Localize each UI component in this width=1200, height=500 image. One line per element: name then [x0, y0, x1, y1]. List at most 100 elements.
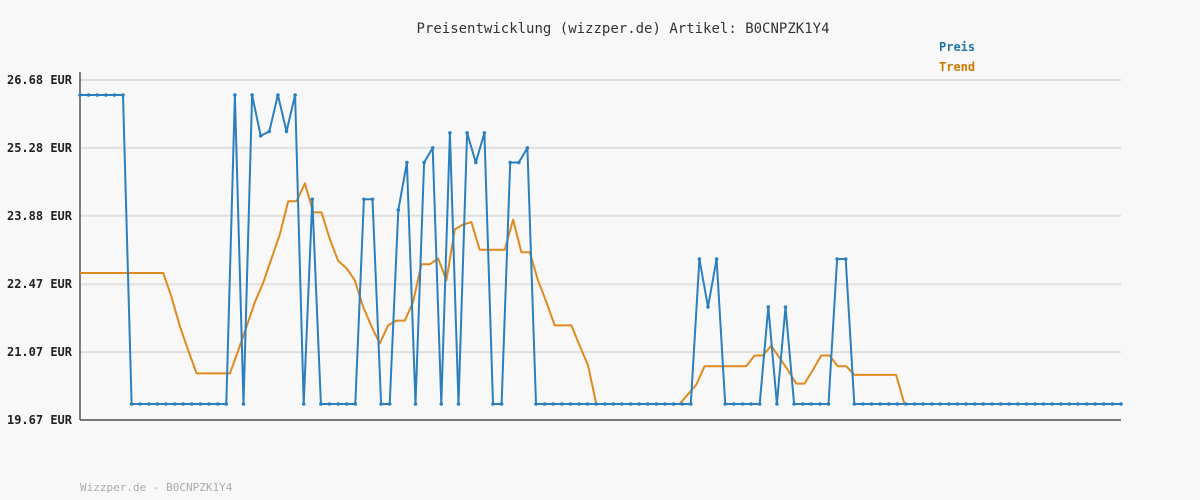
data-point-price	[878, 402, 882, 406]
data-point-price	[990, 402, 994, 406]
data-point-price	[147, 402, 151, 406]
chart-stage: Preisentwicklung (wizzper.de) Artikel: B…	[0, 0, 1200, 500]
data-point-price	[1041, 402, 1046, 406]
data-point-price	[250, 93, 254, 97]
data-point-price	[809, 402, 814, 406]
data-point-price	[129, 402, 134, 406]
data-point-price	[783, 305, 788, 309]
y-tick-label: 21.07 EUR	[7, 345, 73, 359]
data-point-price	[215, 402, 220, 406]
data-point-price	[740, 402, 745, 406]
data-point-price	[448, 131, 452, 135]
data-point-price	[835, 257, 839, 261]
data-point-price	[637, 402, 641, 406]
data-point-price	[1076, 402, 1080, 406]
data-point-price	[646, 402, 650, 406]
data-point-price	[972, 402, 977, 406]
data-point-price	[1059, 402, 1063, 406]
data-point-price	[534, 402, 538, 406]
data-point-price	[766, 305, 771, 309]
data-point-price	[310, 197, 315, 202]
data-point-price	[1007, 402, 1011, 406]
data-point-price	[370, 197, 375, 202]
data-point-price	[405, 160, 409, 165]
data-point-price	[353, 402, 358, 406]
data-point-price	[379, 402, 383, 406]
y-axis-ticks: 19.67 EUR 21.07 EUR 22.47 EUR 23.88 EUR 25.2…	[7, 73, 73, 427]
data-point-price	[78, 93, 82, 97]
data-point-price	[560, 402, 564, 406]
data-point-price	[714, 257, 719, 261]
data-point-price	[344, 402, 349, 406]
footer-credit: Wizzper.de - B0CNPZK1Y4	[80, 481, 233, 494]
data-point-price	[671, 402, 676, 406]
data-point-price	[869, 402, 874, 406]
data-point-price	[112, 93, 117, 97]
data-point-price	[757, 402, 762, 406]
data-point-price	[904, 402, 908, 406]
data-point-price	[689, 402, 693, 406]
data-point-price	[491, 402, 495, 406]
data-point-price	[413, 402, 418, 406]
data-point-price	[258, 134, 263, 138]
data-point-price	[422, 160, 426, 165]
data-point-price	[482, 131, 487, 135]
data-point-price	[697, 257, 702, 261]
data-point-price	[499, 402, 504, 406]
data-point-price	[336, 402, 340, 406]
data-point-price	[654, 402, 659, 406]
data-point-price	[474, 160, 478, 165]
data-point-price	[663, 402, 667, 406]
data-point-price	[818, 402, 822, 406]
data-point-price	[508, 160, 512, 165]
y-tick-label: 26.68 EUR	[7, 73, 73, 87]
y-tick-label: 19.67 EUR	[7, 413, 73, 427]
data-point-price	[138, 402, 142, 406]
data-point-price	[1024, 402, 1029, 406]
data-point-price	[190, 402, 194, 406]
data-point-price	[1033, 402, 1037, 406]
data-point-price	[1016, 402, 1020, 406]
data-point-price	[319, 402, 323, 406]
data-point-price	[981, 402, 986, 406]
data-point-price	[921, 402, 925, 406]
data-point-price	[267, 129, 272, 134]
y-tick-label: 25.28 EUR	[7, 141, 73, 155]
data-point-price	[843, 257, 848, 261]
legend-trend: Trend	[939, 60, 975, 74]
data-point-price	[155, 402, 160, 406]
y-tick-label: 22.47 EUR	[7, 277, 73, 291]
data-point-price	[912, 402, 917, 406]
data-point-price	[603, 402, 607, 406]
data-point-price	[723, 402, 727, 406]
data-point-price	[172, 402, 177, 406]
data-point-price	[886, 402, 891, 406]
data-point-price	[293, 93, 297, 97]
data-point-price	[792, 402, 796, 406]
data-point-price	[387, 402, 392, 406]
legend-preis: Preis	[939, 40, 975, 54]
data-point-price	[628, 402, 633, 406]
data-point-price	[1102, 402, 1106, 406]
data-point-price	[207, 402, 211, 406]
data-point-price	[181, 402, 185, 406]
data-point-price	[706, 305, 710, 309]
data-point-price	[517, 160, 521, 165]
data-point-price	[929, 402, 934, 406]
data-point-price	[121, 93, 125, 97]
data-point-price	[465, 131, 469, 135]
data-point-price	[224, 402, 229, 406]
data-point-price	[895, 402, 900, 406]
data-point-price	[1050, 402, 1054, 406]
data-point-price	[861, 402, 865, 406]
data-point-price	[852, 402, 857, 406]
data-point-price	[198, 402, 203, 406]
data-point-price	[95, 93, 99, 97]
data-point-price	[680, 402, 684, 406]
data-point-price	[585, 402, 590, 406]
data-point-price	[620, 402, 624, 406]
data-point-price	[301, 402, 306, 406]
data-point-price	[327, 402, 332, 406]
data-point-price	[955, 402, 960, 406]
data-point-price	[439, 402, 444, 406]
